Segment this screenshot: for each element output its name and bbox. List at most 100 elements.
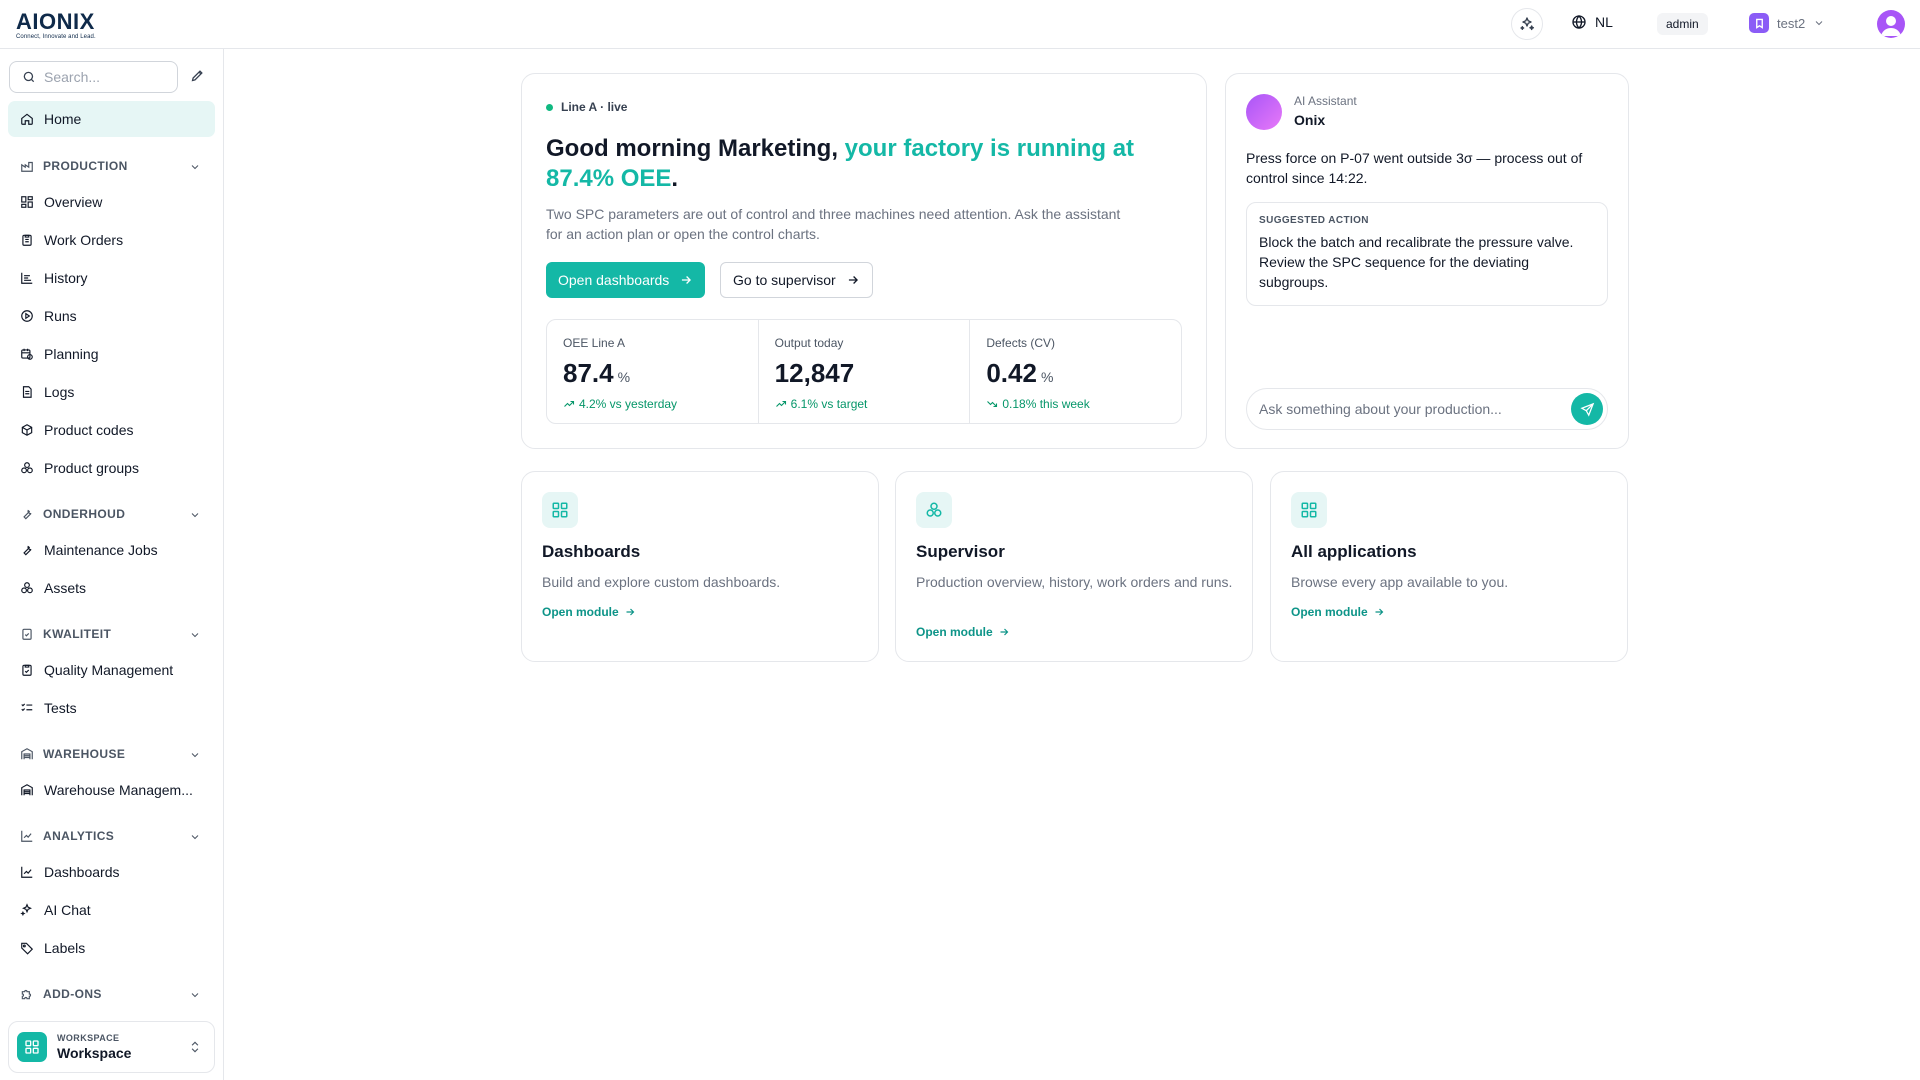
kpi-value: 12,847: [774, 358, 855, 388]
boxes-icon: [21, 462, 33, 474]
module-icon: [1291, 492, 1327, 528]
open-module-link[interactable]: Open module: [542, 605, 636, 619]
module-card-all-applications[interactable]: All applications Browse every app availa…: [1270, 471, 1628, 662]
module-icon: [916, 492, 952, 528]
kpi-delta-text: 6.1% vs target: [790, 397, 868, 411]
section-header-onderhoud[interactable]: ONDERHOUD: [8, 497, 215, 531]
module-card-supervisor[interactable]: Supervisor Production overview, history,…: [895, 471, 1253, 662]
sidebar-item-label: History: [44, 270, 88, 286]
section-add-ons: ADD-ONS: [8, 977, 215, 1011]
section-analytics: ANALYTICS Dashboards AI Chat Labels: [8, 819, 215, 967]
sidebar-item-product-codes[interactable]: Product codes: [8, 411, 215, 449]
chevron-down-icon: [191, 993, 199, 998]
chevron-down-icon: [1815, 21, 1823, 26]
sidebar-item-overview[interactable]: Overview: [8, 183, 215, 221]
search-input[interactable]: Search...: [9, 61, 178, 93]
logo-tagline: Connect, Innovate and Lead.: [16, 34, 96, 40]
assistant-input-placeholder: Ask something about your production...: [1259, 401, 1502, 417]
send-button[interactable]: [1571, 393, 1603, 425]
sidebar-item-runs[interactable]: Runs: [8, 297, 215, 335]
boxes-icon: [21, 582, 33, 594]
section-title: ADD-ONS: [43, 987, 102, 1001]
assistant-label: AI Assistant: [1294, 94, 1357, 108]
sidebar-item-label: Warehouse Managem...: [44, 782, 193, 798]
module-icon: [542, 492, 578, 528]
sidebar-item-home[interactable]: Home: [8, 101, 215, 137]
workspace-text: WORKSPACE Workspace: [57, 1033, 131, 1061]
go-to-supervisor-button[interactable]: Go to supervisor: [720, 262, 873, 298]
open-module-link[interactable]: Open module: [1291, 605, 1385, 619]
language-selector[interactable]: NL: [1571, 14, 1613, 30]
sidebar-item-logs[interactable]: Logs: [8, 373, 215, 411]
section-header-analytics[interactable]: ANALYTICS: [8, 819, 215, 853]
link-label: Open module: [542, 605, 619, 619]
kpi-value-row: 87.4%: [563, 358, 742, 389]
kpi-unit: %: [1040, 369, 1054, 385]
kpi-label: Output today: [774, 336, 844, 350]
sidebar-item-label: Quality Management: [44, 662, 174, 678]
sidebar-item-work-orders[interactable]: Work Orders: [8, 221, 215, 259]
module-description: Browse every app available to you.: [1291, 574, 1509, 590]
assistant-input[interactable]: Ask something about your production...: [1246, 388, 1608, 430]
kpi-output: Output today 12,847 6.1% vs target: [759, 320, 971, 423]
trending-down-icon: [987, 401, 998, 408]
sidebar-item-warehouse-management[interactable]: Warehouse Managem...: [8, 771, 215, 809]
section-header-add-ons[interactable]: ADD-ONS: [8, 977, 215, 1011]
greeting-period: .: [671, 165, 679, 192]
section-header-production[interactable]: PRODUCTION: [8, 149, 215, 183]
section-production: PRODUCTION Overview Work Orders History …: [8, 149, 215, 487]
section-title: WAREHOUSE: [43, 747, 126, 761]
arrow-right-icon: [1000, 628, 1009, 636]
sidebar-item-quality-management[interactable]: Quality Management: [8, 651, 215, 689]
open-module-link[interactable]: Open module: [916, 625, 1010, 639]
open-dashboards-button[interactable]: Open dashboards: [546, 262, 706, 298]
assistant-card: AI Assistant Onix Press force on P-07 we…: [1225, 73, 1629, 449]
sidebar-item-maintenance-jobs[interactable]: Maintenance Jobs: [8, 531, 215, 569]
button-label: Open dashboards: [558, 272, 670, 288]
grid-icon: [25, 1040, 39, 1054]
sidebar-item-label: Planning: [44, 346, 99, 362]
chevron-down-icon: [191, 753, 199, 758]
user-avatar[interactable]: [1877, 10, 1905, 38]
kpi-strip: OEE Line A 87.4% 4.2% vs yesterday Outpu…: [546, 319, 1182, 424]
line-chart-icon: [21, 866, 33, 878]
boxes-icon: [926, 502, 942, 517]
sidebar: Search... Home PRODUCTION Overview Work …: [0, 49, 224, 1080]
arrow-right-icon: [682, 276, 692, 284]
sidebar-item-labels[interactable]: Labels: [8, 929, 215, 967]
file-text-icon: [22, 386, 32, 398]
sidebar-item-assets[interactable]: Assets: [8, 569, 215, 607]
kpi-value-row: 12,847: [775, 358, 954, 389]
section-header-kwaliteit[interactable]: KWALITEIT: [8, 617, 215, 651]
suggested-action: SUGGESTED ACTION Block the batch and rec…: [1246, 202, 1608, 306]
workspace-switcher[interactable]: WORKSPACE Workspace: [8, 1021, 215, 1073]
wrench-icon: [23, 509, 32, 520]
pencil-icon: [191, 70, 203, 82]
search-placeholder: Search...: [44, 69, 101, 85]
kpi-delta: 4.2% vs yesterday: [563, 397, 742, 411]
sidebar-item-tests[interactable]: Tests: [8, 689, 215, 727]
list-checks-icon: [21, 703, 33, 712]
ai-sparkle-button[interactable]: [1511, 8, 1543, 40]
tenant-selector[interactable]: test2: [1749, 13, 1825, 33]
calendar-clock-icon: [21, 348, 33, 360]
sidebar-item-history[interactable]: History: [8, 259, 215, 297]
trending-up-icon: [564, 400, 575, 407]
sidebar-item-label: Product codes: [44, 422, 134, 438]
sidebar-item-ai-chat[interactable]: AI Chat: [8, 891, 215, 929]
globe-icon: [1572, 15, 1586, 29]
sidebar-item-planning[interactable]: Planning: [8, 335, 215, 373]
link-label: Open module: [916, 625, 993, 639]
clipboard-check-icon: [22, 628, 32, 640]
live-label: Line A · live: [561, 100, 628, 114]
chevron-down-icon: [191, 835, 199, 840]
logo[interactable]: AIONIX Connect, Innovate and Lead.: [16, 11, 96, 41]
sidebar-item-dashboards[interactable]: Dashboards: [8, 853, 215, 891]
sidebar-item-label: Runs: [44, 308, 77, 324]
sidebar-item-product-groups[interactable]: Product groups: [8, 449, 215, 487]
sidebar-item-label: Home: [44, 111, 82, 127]
module-card-dashboards[interactable]: Dashboards Build and explore custom dash…: [521, 471, 879, 662]
link-label: Open module: [1291, 605, 1368, 619]
edit-button[interactable]: [190, 68, 205, 83]
section-header-warehouse[interactable]: WAREHOUSE: [8, 737, 215, 771]
